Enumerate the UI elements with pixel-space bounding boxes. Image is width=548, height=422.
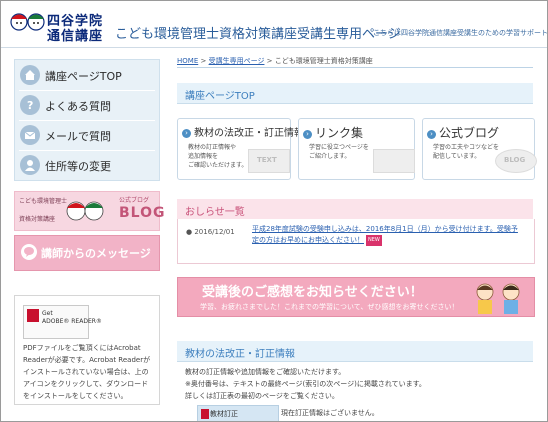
- impression-subtitle: 学習、お疲れさまでした！これまでの学習について、ぜひ感想をお寄せください！: [200, 303, 459, 311]
- adobe-get-label: Get: [42, 310, 53, 317]
- question-icon: ?: [20, 95, 40, 115]
- revision-table-row: 教材訂正 現在訂正情報はございません。: [185, 405, 533, 421]
- revision-line: ※奥付番号は、テキストの最終ページ(索引の次ページ)に掲載されています。: [185, 380, 426, 388]
- revision-heading: 教材の法改正・訂正情報: [177, 341, 533, 362]
- impression-title: 受講後のご感想をお知らせください！: [202, 285, 423, 300]
- breadcrumb-separator: >: [198, 57, 209, 65]
- breadcrumb-separator: >: [264, 57, 275, 65]
- news-heading: おしらせ一覧: [177, 199, 533, 220]
- teacher-message-banner[interactable]: 講師からのメッセージ: [14, 235, 160, 271]
- header-divider: [1, 47, 547, 48]
- adobe-logo-icon: [27, 309, 39, 322]
- revision-line: 詳しくは訂正表の最初のページをご覧ください。: [185, 392, 339, 400]
- sidebar-nav: 講座ページTOP ? よくある質問 メールで質問 住所等の変更: [14, 59, 160, 181]
- blog-bubble-icon: BLOG: [495, 149, 537, 173]
- adobe-reader-button[interactable]: Get ADOBE® READER®: [23, 305, 102, 339]
- breadcrumb-divider: [177, 67, 533, 68]
- sidebar-item-address-change[interactable]: 住所等の変更: [15, 151, 159, 180]
- sidebar-item-mail-question[interactable]: メールで質問: [15, 121, 159, 150]
- header-note: こちらは四谷学院通信講座受講生のための学習サポートページです。: [373, 29, 548, 37]
- revision-heading-text: 教材の法改正・訂正情報: [185, 349, 295, 360]
- blog-banner-title: BLOG: [119, 205, 166, 221]
- revision-table-label-cell: 教材訂正: [197, 405, 279, 421]
- teacher-message-label: 講師からのメッセージ: [41, 247, 151, 260]
- box-title: › 公式ブログ: [427, 124, 499, 141]
- site-title: こども環境管理士資格対策講座受講生専用ページ: [115, 27, 401, 42]
- breadcrumb-mid-link[interactable]: 受講生専用ページ: [209, 57, 265, 65]
- adobe-note: PDFファイルをご覧頂くにはAcrobat Readerが必要です。Acroba…: [23, 344, 151, 400]
- svg-text:?: ?: [27, 99, 33, 112]
- box-body: 学習に役立つページを ご紹介します。: [309, 144, 369, 160]
- adobe-name-label: ADOBE® READER®: [42, 318, 102, 325]
- speech-bubble-icon: [21, 244, 37, 260]
- revision-text: 教材の訂正情報や追加情報をご確認いただけます。 ※奥付番号は、テキストの最終ペー…: [185, 366, 426, 402]
- sidebar-item-label: 講座ページTOP: [45, 70, 122, 83]
- breadcrumb: HOME > 受講生専用ページ > こども環境管理士資格対策講座: [177, 56, 373, 66]
- new-badge: NEW: [366, 235, 382, 246]
- revision-info-box[interactable]: › 教材の法改正・訂正情報 教材の訂正情報や 追加情報を ご確認いただけます。 T…: [177, 118, 304, 180]
- sidebar-item-faq[interactable]: ? よくある質問: [15, 91, 159, 120]
- sidebar-item-label: 住所等の変更: [45, 160, 111, 173]
- chevron-right-icon: ›: [427, 130, 436, 139]
- page-frame: 四谷学院 通信講座 こども環境管理士資格対策講座受講生専用ページ こちらは四谷学…: [0, 0, 548, 422]
- breadcrumb-home-link[interactable]: HOME: [177, 57, 198, 65]
- box-title: › リンク集: [303, 124, 363, 141]
- person-icon: [20, 155, 40, 175]
- browser-window-icon: [373, 149, 415, 173]
- links-box[interactable]: › リンク集 学習に役立つページを ご紹介します。: [298, 118, 415, 180]
- impression-banner[interactable]: 受講後のご感想をお知らせください！ 学習、お疲れさまでした！これまでの学習につい…: [177, 277, 535, 317]
- chevron-right-icon: ›: [182, 129, 191, 138]
- box-body: 教材の訂正情報や 追加情報を ご確認いただけます。: [188, 144, 248, 169]
- blog-banner-tag: こども環境管理士: [19, 198, 68, 205]
- official-blog-box[interactable]: › 公式ブログ 学習の工夫やコツなどを 配信しています。 BLOG: [422, 118, 537, 180]
- mail-icon: [20, 125, 40, 145]
- news-date: ● 2016/12/01: [186, 228, 235, 236]
- page-heading: 講座ページTOP: [177, 83, 533, 104]
- news-list: ● 2016/12/01 平成28年度試験の受験申し込みは、2016年8月1日（…: [177, 219, 535, 264]
- box-title: › 教材の法改正・訂正情報: [182, 124, 304, 139]
- mascot-icon: [66, 201, 104, 221]
- blog-banner[interactable]: こども環境管理士 資格対策講座 公式ブログ BLOG: [14, 191, 165, 231]
- logo-text-line2[interactable]: 通信講座: [47, 25, 103, 44]
- revision-table-value: 現在訂正情報はございません。: [281, 409, 379, 417]
- adobe-reader-box: Get ADOBE® READER® PDFファイルをご覧頂くにはAcrobat…: [14, 295, 160, 405]
- blog-banner-tag: 資格対策講座: [19, 216, 56, 223]
- logo-mascot-icon: [10, 13, 45, 31]
- box-body: 学習の工夫やコツなどを 配信しています。: [433, 144, 500, 160]
- chevron-right-icon: ›: [303, 130, 312, 139]
- news-heading-text: おしらせ一覧: [185, 207, 245, 218]
- news-item-link[interactable]: 平成28年度試験の受験申し込みは、2016年8月1日（月）から受け付けます。受験…: [252, 224, 524, 246]
- page-heading-text: 講座ページTOP: [185, 91, 255, 102]
- blog-banner-small-label: 公式ブログ: [119, 197, 150, 204]
- breadcrumb-current: こども環境管理士資格対策講座: [274, 57, 373, 65]
- sidebar-item-label: よくある質問: [45, 100, 111, 113]
- sidebar-item-label: メールで質問: [45, 130, 111, 143]
- sidebar-item-course-top[interactable]: 講座ページTOP: [15, 61, 159, 90]
- students-illustration-icon: [476, 283, 520, 314]
- textbook-icon: TEXT: [248, 149, 290, 173]
- pdf-icon: [201, 409, 209, 419]
- revision-line: 教材の訂正情報や追加情報をご確認いただけます。: [185, 368, 346, 376]
- home-icon: [20, 65, 40, 85]
